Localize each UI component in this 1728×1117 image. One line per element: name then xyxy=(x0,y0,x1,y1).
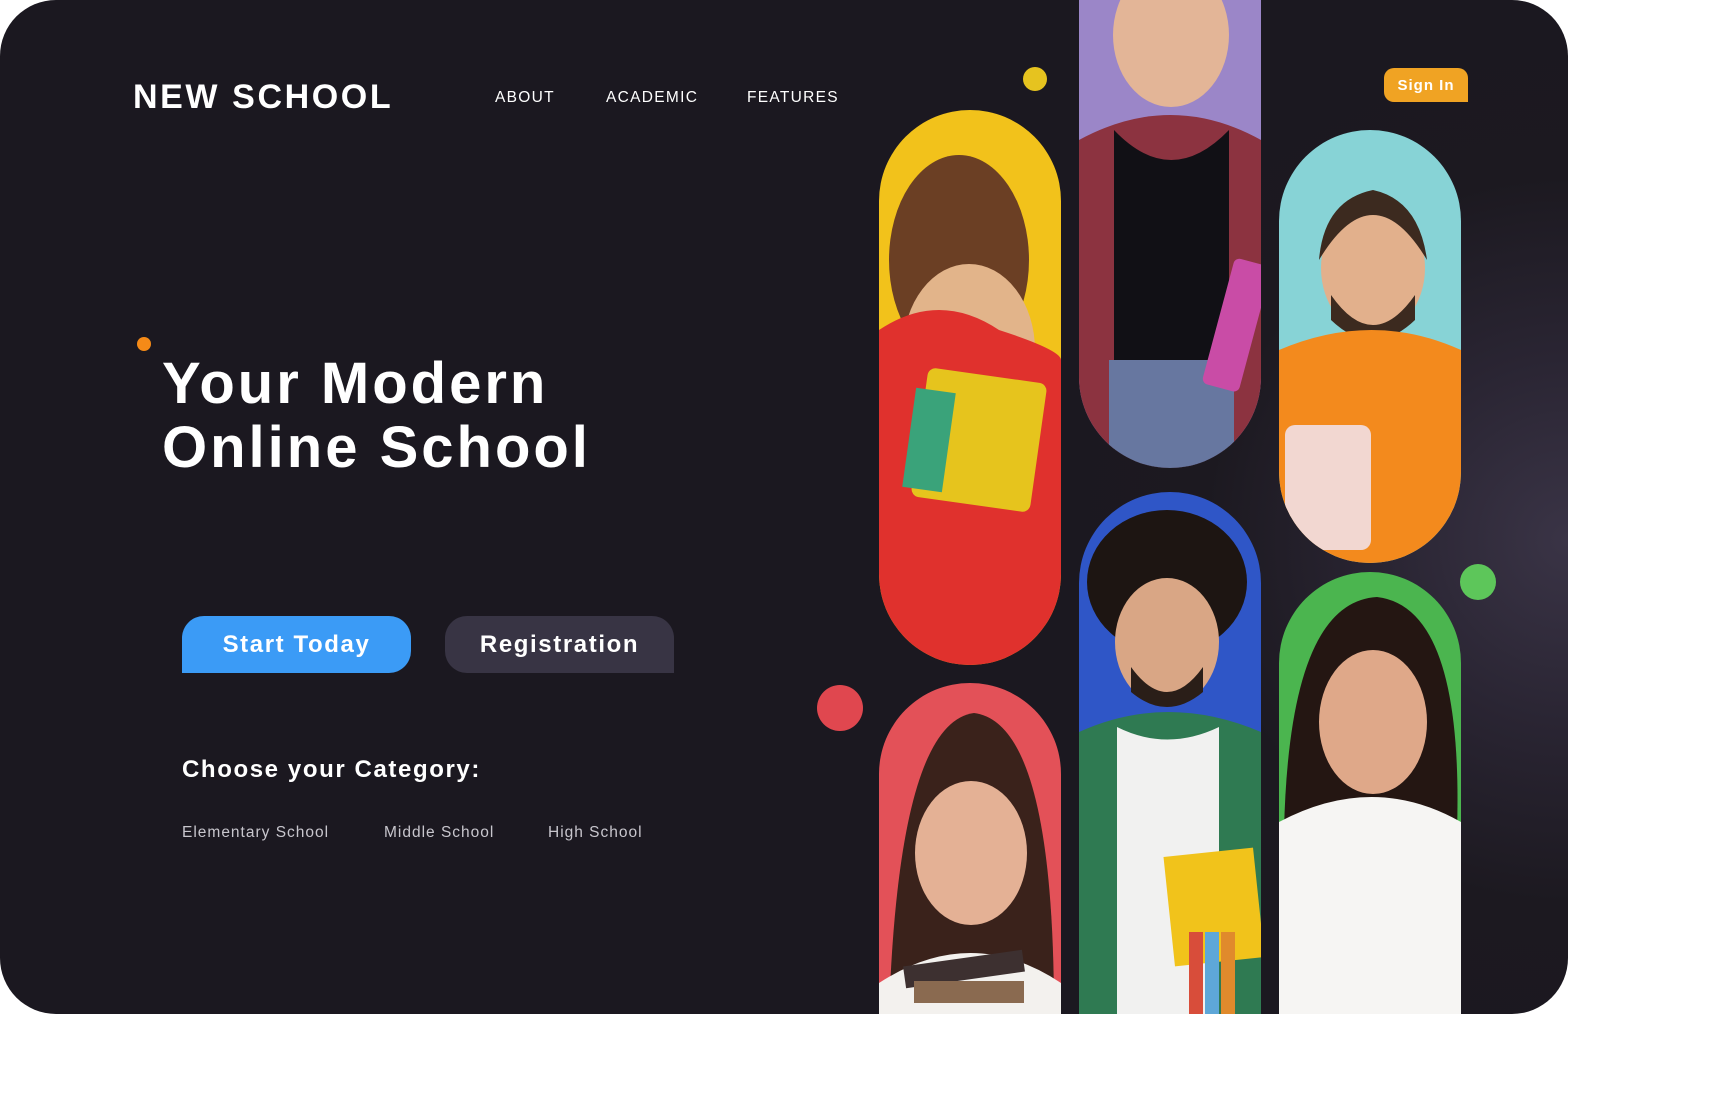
hero-headline-line-2: Online School xyxy=(162,415,591,480)
brand-logo[interactable]: NEW SCHOOL xyxy=(133,78,393,117)
category-heading: Choose your Category: xyxy=(182,756,481,783)
orange-dot-decoration xyxy=(137,337,151,351)
start-today-button[interactable]: Start Today xyxy=(182,616,411,673)
student-photo-plaid-shirt xyxy=(1079,0,1261,468)
category-middle-school[interactable]: Middle School xyxy=(384,824,494,842)
landing-page: NEW SCHOOL ABOUT ACADEMIC FEATURES Sign … xyxy=(0,0,1568,1014)
green-dot-decoration xyxy=(1460,564,1496,600)
hero-headline: Your Modern Online School xyxy=(162,352,591,480)
student-photo-curly-hair-red-hoodie xyxy=(879,110,1061,665)
red-dot-decoration xyxy=(817,685,863,731)
hero-headline-line-1: Your Modern xyxy=(162,351,549,416)
sign-in-button[interactable]: Sign In xyxy=(1384,68,1468,102)
nav-item-about[interactable]: ABOUT xyxy=(495,89,555,107)
student-photo-dark-hair-books xyxy=(879,683,1061,1014)
nav-item-academic[interactable]: ACADEMIC xyxy=(606,89,698,107)
nav-item-features[interactable]: FEATURES xyxy=(747,89,839,107)
category-high-school[interactable]: High School xyxy=(548,824,643,842)
registration-button[interactable]: Registration xyxy=(445,616,674,673)
category-elementary-school[interactable]: Elementary School xyxy=(182,824,329,842)
student-photo-green-plaid-shirt xyxy=(1079,492,1261,1014)
student-photo-white-blouse xyxy=(1279,572,1461,1014)
student-photo-orange-sweater xyxy=(1279,130,1461,563)
yellow-dot-decoration xyxy=(1023,67,1047,91)
